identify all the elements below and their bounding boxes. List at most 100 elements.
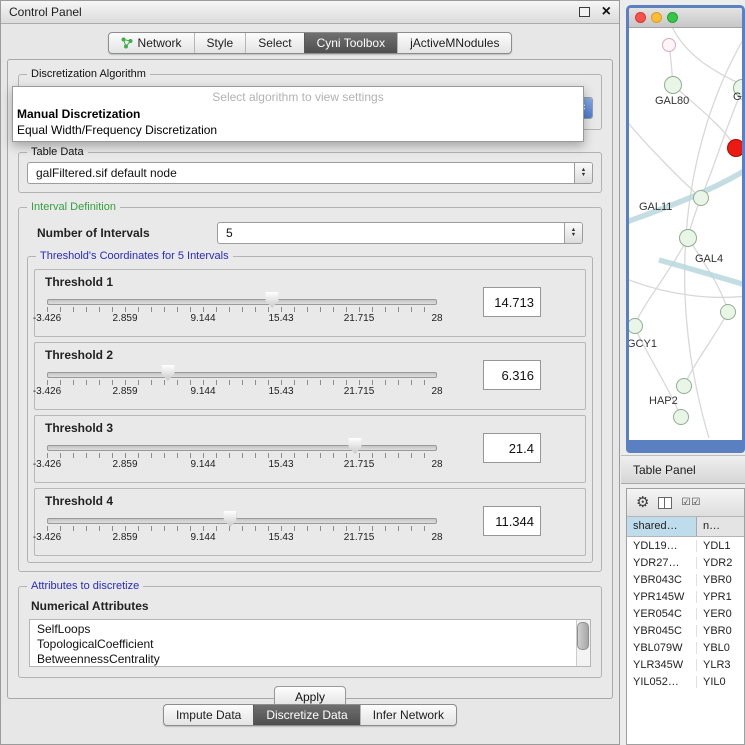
tab-label: Select — [258, 36, 291, 50]
list-scrollbar[interactable] — [576, 620, 590, 666]
thresholds-container: Threshold 1-3.4262.8599.14415.4321.71528… — [34, 269, 586, 556]
tab-discretize-data[interactable]: Discretize Data — [253, 705, 359, 725]
network-node[interactable] — [727, 139, 742, 157]
control-panel-titlebar: Control Panel × — [1, 1, 619, 24]
slider-tick-marks — [47, 380, 437, 385]
cell-shared-name: YPR145W — [627, 591, 697, 603]
thresholds-group: Threshold's Coordinates for 5 Intervals … — [27, 256, 593, 563]
combobox-stepper-icon[interactable]: ▲ ▼ — [574, 163, 592, 183]
cell-shared-name: YBR043C — [627, 574, 697, 586]
slider-tick-marks — [47, 526, 437, 531]
threshold-panel: Threshold 2-3.4262.8599.14415.4321.71528… — [34, 342, 586, 410]
table-row[interactable]: YBR045CYBR0 — [627, 622, 744, 639]
threshold-value-field[interactable]: 14.713 — [483, 287, 541, 317]
tab-infer-network[interactable]: Infer Network — [360, 705, 456, 725]
zoom-traffic-light-icon[interactable] — [667, 12, 678, 23]
minimize-traffic-light-icon[interactable] — [651, 12, 662, 23]
top-tabs-row: Network Style Select Cyni ToolboxjActiveMNo… — [1, 32, 619, 54]
tick-label: 2.859 — [112, 313, 137, 324]
network-node[interactable] — [662, 38, 676, 52]
cell-shared-name: YBL079W — [627, 642, 697, 654]
slider-handle[interactable] — [349, 438, 362, 454]
table-data-combobox[interactable]: galFiltered.sif default node ▲ ▼ — [27, 162, 593, 184]
number-of-intervals-combobox[interactable]: 5 ▲ ▼ — [217, 222, 583, 244]
threshold-slider[interactable]: -3.4262.8599.14415.4321.71528 — [47, 292, 437, 332]
threshold-slider[interactable]: -3.4262.8599.14415.4321.71528 — [47, 365, 437, 405]
network-node[interactable] — [673, 409, 689, 425]
cell-shared-name: YER054C — [627, 608, 697, 620]
tab-jactivemnodules[interactable]: jActiveMNodules — [397, 33, 511, 53]
slider-track — [47, 518, 437, 524]
tick-label: -3.426 — [33, 459, 61, 470]
number-of-intervals-row: Number of Intervals 5 ▲ ▼ — [37, 222, 583, 244]
combobox-stepper-icon[interactable]: ▲ ▼ — [564, 223, 582, 243]
tab-style[interactable]: Style — [194, 33, 246, 53]
tab-label: Network — [138, 36, 182, 50]
tick-label: 15.43 — [268, 313, 293, 324]
network-node[interactable] — [679, 229, 697, 247]
tab-network[interactable]: Network — [109, 33, 194, 53]
cell-shared-name: YLR345W — [627, 659, 697, 671]
stepper-down-icon: ▼ — [581, 173, 586, 179]
cell-name: YER0 — [697, 608, 744, 620]
tick-label: 28 — [431, 459, 442, 470]
threshold-slider[interactable]: -3.4262.8599.14415.4321.71528 — [47, 511, 437, 551]
network-canvas[interactable]: GAL80GAGAL11GAL4GCY1HAP2 — [629, 28, 742, 440]
attribute-list-item[interactable]: BetweennessCentrality — [37, 652, 572, 667]
network-node-label: HAP2 — [649, 395, 678, 407]
tab-cyni-toolbox[interactable]: Cyni Toolbox — [304, 33, 397, 53]
network-node[interactable] — [676, 378, 692, 394]
network-node[interactable] — [693, 190, 709, 206]
tab-impute-data[interactable]: Impute Data — [164, 705, 253, 725]
network-node[interactable] — [720, 304, 736, 320]
tick-label: 9.144 — [190, 459, 215, 470]
close-icon[interactable]: × — [602, 5, 611, 19]
table-row[interactable]: YIL052…YIL0 — [627, 673, 744, 690]
threshold-label: Threshold 1 — [45, 275, 113, 289]
attribute-list-item[interactable]: SelfLoops — [37, 622, 572, 637]
algorithm-option[interactable]: Manual Discretization — [13, 106, 583, 122]
cyni-toolbox-panel: Discretization Algorithm ▲ ▼ Select algo… — [7, 59, 613, 699]
table-row[interactable]: YBL079WYBL0 — [627, 639, 744, 656]
slider-handle[interactable] — [161, 365, 174, 381]
checkbox-icons[interactable]: ☑☑ — [681, 497, 701, 508]
numerical-attributes-list[interactable]: SelfLoopsTopologicalCoefficientBetweenne… — [29, 619, 591, 667]
attributes-group: Attributes to discretize Numerical Attri… — [18, 586, 602, 678]
threshold-panel: Threshold 1-3.4262.8599.14415.4321.71528… — [34, 269, 586, 337]
attributes-items: SelfLoopsTopologicalCoefficientBetweenne… — [37, 622, 572, 667]
tick-label: 2.859 — [112, 386, 137, 397]
table-row[interactable]: YPR145WYPR1 — [627, 588, 744, 605]
threshold-value-field[interactable]: 21.4 — [483, 433, 541, 463]
bottom-tabs-row: Impute DataDiscretize DataInfer Network — [1, 704, 619, 726]
thresholds-group-title: Threshold's Coordinates for 5 Intervals — [36, 250, 233, 263]
threshold-value-field[interactable]: 6.316 — [483, 360, 541, 390]
table-row[interactable]: YDL19…YDL1 — [627, 537, 744, 554]
table-row[interactable]: YER054CYER0 — [627, 605, 744, 622]
window-title: Control Panel — [9, 5, 82, 19]
cell-shared-name: YBR045C — [627, 625, 697, 637]
scrollbar-thumb[interactable] — [577, 622, 589, 650]
slider-tick-marks — [47, 307, 437, 312]
attribute-list-item[interactable]: TopologicalCoefficient — [37, 637, 572, 652]
algorithm-option[interactable]: Equal Width/Frequency Discretization — [13, 122, 583, 138]
tick-label: 9.144 — [190, 386, 215, 397]
tick-label: 15.43 — [268, 532, 293, 543]
table-row[interactable]: YDR27…YDR2 — [627, 554, 744, 571]
close-traffic-light-icon[interactable] — [635, 12, 646, 23]
table-row[interactable]: YBR043CYBR0 — [627, 571, 744, 588]
slider-handle[interactable] — [266, 292, 279, 308]
slider-handle[interactable] — [224, 511, 237, 527]
gear-icon[interactable]: ⚙ — [636, 495, 649, 510]
tab-select[interactable]: Select — [245, 33, 303, 53]
columns-icon[interactable] — [658, 497, 672, 509]
tick-label: -3.426 — [33, 386, 61, 397]
network-node[interactable] — [664, 76, 682, 94]
column-header-shared-name[interactable]: shared… — [627, 517, 697, 536]
threshold-slider[interactable]: -3.4262.8599.14415.4321.71528 — [47, 438, 437, 478]
table-row[interactable]: YLR345WYLR3 — [627, 656, 744, 673]
float-window-icon[interactable] — [579, 7, 590, 17]
table-panel-header: Table Panel — [621, 455, 745, 484]
tick-label: 21.715 — [344, 313, 375, 324]
threshold-value-field[interactable]: 11.344 — [483, 506, 541, 536]
column-header-name[interactable]: n… — [697, 517, 744, 536]
